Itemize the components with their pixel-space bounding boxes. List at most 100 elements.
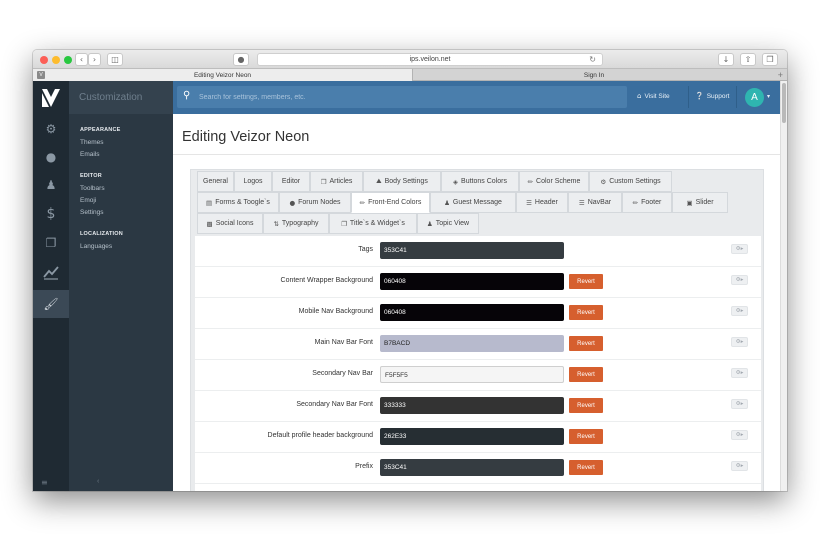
reload-icon[interactable]: ↻ — [589, 55, 596, 64]
close-window-icon[interactable] — [40, 56, 48, 64]
color-input[interactable]: 060408 — [380, 304, 564, 321]
tab-label: Social Icons — [215, 220, 254, 227]
dollar-icon[interactable]: $ — [41, 204, 61, 224]
admin-top-bar: ⚲ ⌂ Visit Site ❔ Support A ▾ — [173, 81, 787, 114]
divider — [736, 86, 737, 108]
address-bar[interactable]: ips.veilon.net ↻ — [257, 53, 603, 66]
tab-body-settings[interactable]: ⛰ Body Settings — [363, 171, 441, 192]
tab-footer[interactable]: ✏ Footer — [622, 192, 672, 213]
tab-header[interactable]: ☰ Header — [516, 192, 568, 213]
brush-icon[interactable]: 🖌 — [33, 290, 69, 318]
tab-label: Guest Message — [452, 199, 502, 206]
minimize-window-icon[interactable] — [52, 56, 60, 64]
color-input[interactable]: 060408 — [380, 273, 564, 290]
gear-dropdown-icon[interactable]: ⚙▸ — [731, 399, 748, 409]
logo-icon[interactable] — [42, 89, 60, 107]
tab-custom-settings[interactable]: ⚙ Custom Settings — [589, 171, 672, 192]
tab-titles-widgets[interactable]: ❐ Title`s & Widget`s — [329, 213, 417, 234]
nav-item-toolbars[interactable]: Toolbars — [80, 185, 105, 192]
setting-row: Secondary Nav Bar F5F5F5 Revert ⚙▸ — [195, 360, 761, 391]
color-input[interactable]: 333333 — [380, 397, 564, 414]
tab-navbar[interactable]: ☰ NavBar — [568, 192, 622, 213]
users-icon: ♟ — [444, 198, 450, 207]
tab-color-scheme[interactable]: ✏ Color Scheme — [519, 171, 589, 192]
gears-icon[interactable]: ⚙ — [41, 119, 61, 139]
tab-label: Header — [534, 199, 558, 206]
chat-icon[interactable]: ● — [41, 147, 61, 167]
nav-item-themes[interactable]: Themes — [80, 139, 103, 146]
chart-icon[interactable] — [41, 262, 61, 282]
chevron-down-icon[interactable]: ▾ — [767, 93, 770, 100]
search-input[interactable] — [199, 90, 619, 104]
tab-editor[interactable]: Editor — [272, 171, 310, 192]
color-input[interactable]: B7BACD — [380, 335, 564, 352]
revert-button[interactable]: Revert — [569, 429, 603, 444]
gear-dropdown-icon[interactable]: ⚙▸ — [731, 306, 748, 316]
visit-site-button[interactable]: ⌂ Visit Site — [637, 92, 670, 100]
setting-label: Prefix — [355, 463, 373, 470]
tab-typography[interactable]: ⇅ Typography — [263, 213, 329, 234]
gear-dropdown-icon[interactable]: ⚙▸ — [731, 275, 748, 285]
tab-forms-toggles[interactable]: ▤ Forms & Toogle`s — [197, 192, 279, 213]
revert-button[interactable]: Revert — [569, 274, 603, 289]
gear-dropdown-icon[interactable]: ⚙▸ — [731, 244, 748, 254]
tab-slider[interactable]: ▣ Slider — [672, 192, 728, 213]
color-input[interactable]: 353C41 — [380, 459, 564, 476]
admin-app: ⚙ ● ♟ $ ❐ 🖌 ≡ Customization APPEARANCE T… — [33, 81, 787, 491]
gear-dropdown-icon[interactable]: ⚙▸ — [731, 430, 748, 440]
gear-dropdown-icon[interactable]: ⚙▸ — [731, 337, 748, 347]
tab-label: General — [203, 178, 228, 185]
support-button[interactable]: ❔ Support — [695, 92, 730, 100]
sidebar-toggle-icon[interactable]: ◫ — [107, 53, 123, 66]
downloads-icon[interactable]: ↓ — [718, 53, 734, 66]
tab-label: Forms & Toogle`s — [215, 199, 270, 206]
avatar[interactable]: A — [745, 88, 764, 107]
tab-label: Color Scheme — [536, 178, 581, 185]
zoom-window-icon[interactable] — [64, 56, 72, 64]
revert-button[interactable]: Revert — [569, 460, 603, 475]
tab-articles[interactable]: ❐ Articles — [310, 171, 363, 192]
back-icon[interactable]: ‹ — [75, 53, 88, 66]
search-icon[interactable]: ⚲ — [183, 90, 193, 102]
revert-button[interactable]: Revert — [569, 398, 603, 413]
browser-tab-signin[interactable]: Sign In — [414, 69, 774, 81]
setting-label: Secondary Nav Bar — [312, 370, 373, 377]
tab-social-icons[interactable]: ▩ Social Icons — [197, 213, 263, 234]
scroll-thumb[interactable] — [782, 83, 786, 123]
color-input[interactable]: 353C41 — [380, 242, 564, 259]
nav-item-settings[interactable]: Settings — [80, 209, 104, 216]
user-icon[interactable]: ♟ — [41, 175, 61, 195]
privacy-icon[interactable]: ● — [233, 53, 249, 66]
tab-guest-message[interactable]: ♟ Guest Message — [430, 192, 516, 213]
setting-row: Content Wrapper Background 060408 Revert… — [195, 267, 761, 298]
share-icon[interactable]: ⇧ — [740, 53, 756, 66]
nav-group-appearance: APPEARANCE — [80, 127, 121, 133]
tab-general[interactable]: General — [197, 171, 234, 192]
forward-icon[interactable]: › — [88, 53, 101, 66]
tabs-overview-icon[interactable]: ❐ — [762, 53, 778, 66]
tab-buttons-colors[interactable]: ◈ Buttons Colors — [441, 171, 519, 192]
new-tab-icon[interactable]: + — [778, 69, 783, 81]
tab-label: Typography — [281, 220, 319, 227]
window-icon: ❐ — [341, 219, 347, 228]
color-input[interactable]: F5F5F5 — [380, 366, 564, 383]
tab-forum-nodes[interactable]: ● Forum Nodes — [279, 192, 351, 213]
revert-button[interactable]: Revert — [569, 336, 603, 351]
revert-button[interactable]: Revert — [569, 367, 603, 382]
nav-item-emails[interactable]: Emails — [80, 151, 100, 158]
revert-button[interactable]: Revert — [569, 305, 603, 320]
menu-icon[interactable]: ≡ — [41, 478, 48, 487]
nav-item-emoji[interactable]: Emoji — [80, 197, 96, 204]
page-scrollbar[interactable] — [780, 81, 787, 491]
gear-dropdown-icon[interactable]: ⚙▸ — [731, 368, 748, 378]
browser-tab-editing[interactable]: V Editing Veizor Neon — [33, 69, 413, 81]
chevron-left-icon[interactable]: ‹ — [97, 478, 99, 485]
color-input[interactable]: 262E33 — [380, 428, 564, 445]
gear-dropdown-icon[interactable]: ⚙▸ — [731, 461, 748, 471]
tab-front-end-colors[interactable]: ✏ Front-End Colors — [351, 192, 430, 213]
tab-label: Forum Nodes — [298, 199, 341, 206]
tab-logos[interactable]: Logos — [234, 171, 272, 192]
copy-icon[interactable]: ❐ — [41, 233, 61, 253]
nav-item-languages[interactable]: Languages — [80, 243, 112, 250]
tab-topic-view[interactable]: ♟ Topic View — [417, 213, 479, 234]
